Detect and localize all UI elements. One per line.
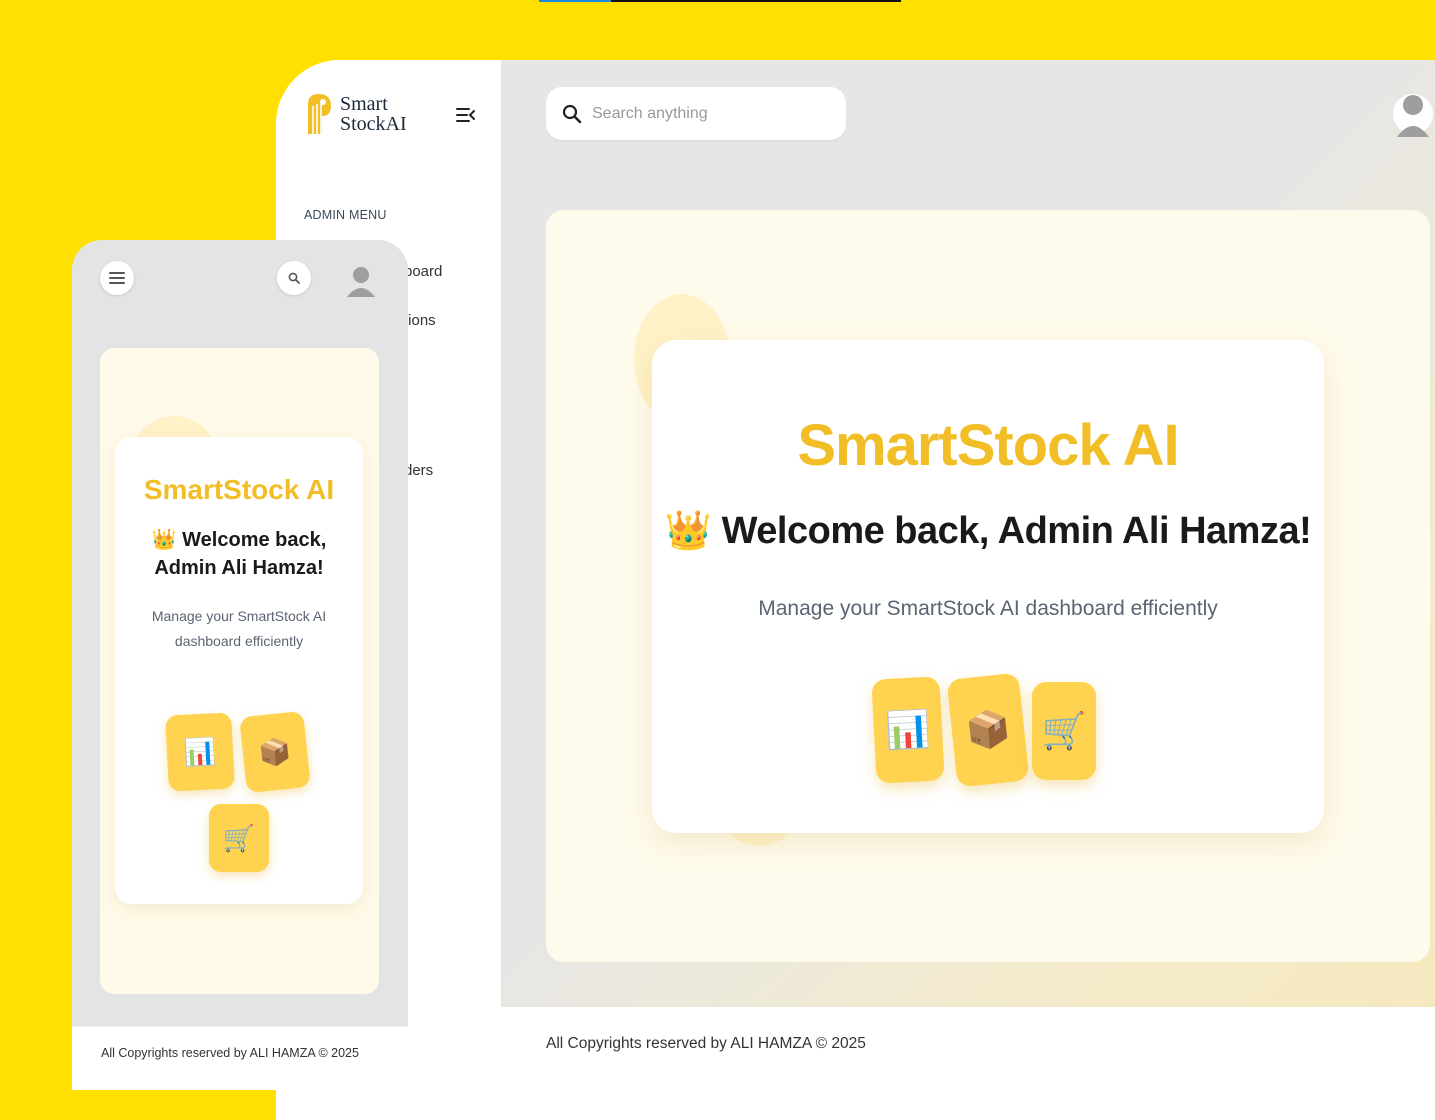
- mobile-welcome-card: SmartStock AI 👑 Welcome back, Admin Ali …: [115, 437, 363, 904]
- user-avatar[interactable]: [1393, 85, 1433, 143]
- progress-segment: [539, 0, 611, 2]
- menu-collapse-icon: [456, 108, 475, 122]
- footer-copyright: All Copyrights reserved by ALI HAMZA © 2…: [546, 1035, 866, 1052]
- package-icon: 📦: [257, 734, 293, 769]
- bar-chart-icon: 📊: [183, 735, 217, 768]
- mobile-feature-tiles: 📊 📦 🛒: [165, 710, 313, 874]
- hamburger-icon: [109, 272, 125, 284]
- brand-logo[interactable]: Smart StockAI: [304, 90, 407, 138]
- desktop-footer: All Copyrights reserved by ALI HAMZA © 2…: [501, 1007, 1435, 1120]
- sidebar-item-transactions[interactable]: tions: [404, 312, 436, 329]
- brand-name: Smart StockAI: [340, 94, 407, 134]
- search-input[interactable]: [590, 103, 834, 124]
- analytics-tile[interactable]: 📊: [871, 676, 945, 784]
- mobile-welcome-heading: 👑 Welcome back, Admin Ali Hamza!: [125, 526, 353, 582]
- hero-subtitle: Manage your SmartStock AI dashboard effi…: [758, 597, 1218, 620]
- mobile-menu-button[interactable]: [100, 261, 134, 295]
- sidebar-item-orders[interactable]: ders: [404, 462, 433, 479]
- logo-icon: [308, 94, 331, 134]
- mobile-footer: All Copyrights reserved by ALI HAMZA © 2…: [72, 1026, 408, 1090]
- mobile-welcome-text: Welcome back, Admin Ali Hamza!: [154, 529, 327, 579]
- crown-icon: 👑: [664, 510, 712, 552]
- mobile-user-avatar[interactable]: [345, 263, 377, 299]
- analytics-tile[interactable]: 📊: [165, 712, 235, 792]
- welcome-heading: 👑 Welcome back, Admin Ali Hamza!: [652, 509, 1324, 553]
- admin-menu-label: ADMIN MENU: [304, 208, 387, 222]
- mobile-hero-subtitle: Manage your SmartStock AI dashboard effi…: [151, 608, 327, 649]
- mobile-hero-title: SmartStock AI: [143, 474, 335, 505]
- shopping-cart-icon: 🛒: [1041, 710, 1087, 751]
- welcome-text: Welcome back, Admin Ali Hamza!: [721, 510, 1312, 552]
- bar-chart-icon: 📊: [884, 707, 932, 752]
- brand-line1: Smart: [340, 93, 388, 115]
- package-icon: 📦: [963, 706, 1013, 753]
- inventory-tile[interactable]: 📦: [946, 672, 1030, 788]
- footer-copyright: All Copyrights reserved by ALI HAMZA © 2…: [101, 1046, 359, 1060]
- main-content: SmartStock AI 👑 Welcome back, Admin Ali …: [501, 60, 1435, 1007]
- mobile-search-button[interactable]: [277, 261, 311, 295]
- welcome-card: SmartStock AI 👑 Welcome back, Admin Ali …: [652, 340, 1324, 833]
- collapse-menu-button[interactable]: [456, 106, 476, 130]
- welcome-panel: SmartStock AI 👑 Welcome back, Admin Ali …: [546, 210, 1430, 962]
- orders-tile[interactable]: 🛒: [209, 804, 269, 872]
- orders-tile[interactable]: 🛒: [1032, 682, 1096, 780]
- feature-tiles: 📊 📦 🛒: [871, 666, 1114, 788]
- crown-icon: 👑: [151, 529, 177, 551]
- top-progress-bar: [539, 0, 901, 2]
- search-bar[interactable]: [546, 87, 846, 140]
- search-icon: [288, 272, 300, 284]
- search-icon: [562, 104, 582, 123]
- hero-title: SmartStock AI: [797, 413, 1179, 478]
- shopping-cart-icon: 🛒: [222, 822, 256, 853]
- brand-line2: StockAI: [340, 113, 407, 135]
- mobile-welcome-panel: SmartStock AI 👑 Welcome back, Admin Ali …: [100, 348, 379, 994]
- mobile-window: SmartStock AI 👑 Welcome back, Admin Ali …: [72, 240, 408, 1090]
- sidebar-item-dashboard[interactable]: board: [404, 263, 442, 280]
- inventory-tile[interactable]: 📦: [239, 710, 311, 794]
- desktop-window: Smart StockAI ADMIN MENU board tions der…: [276, 60, 1435, 1120]
